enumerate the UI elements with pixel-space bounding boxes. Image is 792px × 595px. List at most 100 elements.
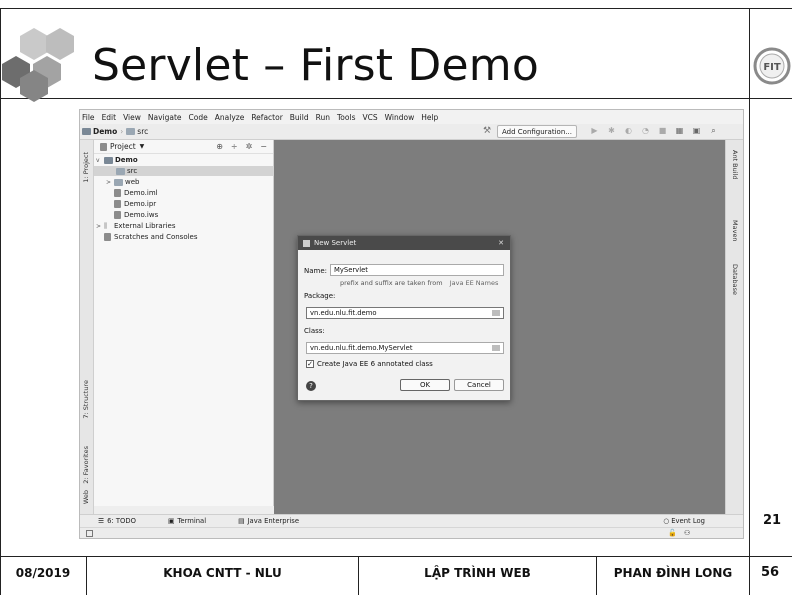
project-panel-header: Project ▼ ⊕ ÷ ✲ − — [94, 140, 273, 154]
tree-item-external-libraries[interactable]: > ⫼ External Libraries — [96, 221, 176, 231]
module-file-icon — [114, 189, 121, 197]
tree-item-demo[interactable]: v Demo — [96, 155, 138, 165]
tab-java-enterprise[interactable]: ▤ Java Enterprise — [238, 517, 315, 525]
tab-ant-build[interactable]: Ant Build — [731, 150, 739, 180]
tab-terminal-label: Terminal — [177, 517, 207, 525]
menu-code[interactable]: Code — [189, 113, 208, 122]
gear-icon[interactable]: ✲ — [246, 142, 253, 151]
menu-refactor[interactable]: Refactor — [251, 113, 282, 122]
menu-build[interactable]: Build — [290, 113, 309, 122]
event-log-button[interactable]: ○ Event Log — [663, 517, 721, 525]
folder-browse-icon[interactable] — [492, 345, 500, 351]
class-field[interactable]: vn.edu.nlu.fit.demo.MyServlet — [306, 342, 504, 354]
title-divider — [0, 98, 792, 99]
tree-arrow[interactable]: > — [96, 223, 104, 230]
annotated-class-checkbox-row[interactable]: ✓ Create Java EE 6 annotated class — [306, 360, 433, 368]
menu-tools[interactable]: Tools — [337, 113, 355, 122]
folder-icon — [126, 128, 136, 135]
profile-icon[interactable]: ◔ — [641, 126, 650, 136]
status-square-icon[interactable] — [86, 530, 93, 537]
menu-run[interactable]: Run — [316, 113, 330, 122]
dialog-title: New Servlet — [314, 239, 357, 247]
breadcrumb-src[interactable]: src — [137, 127, 148, 136]
folder-browse-icon[interactable] — [492, 310, 500, 316]
java-enterprise-icon: ▤ — [238, 517, 245, 525]
project-view-icon — [100, 142, 107, 151]
build-hammer-icon[interactable]: ⚒ — [483, 126, 491, 136]
tab-maven[interactable]: Maven — [731, 220, 739, 242]
workspace-file-icon — [114, 211, 121, 219]
project-panel: Project ▼ ⊕ ÷ ✲ − v Demo src > web Demo.… — [94, 140, 274, 506]
stop-icon[interactable]: ■ — [658, 126, 667, 136]
tree-item-demo-ipr[interactable]: Demo.ipr — [114, 199, 156, 209]
breadcrumb-project[interactable]: Demo — [93, 127, 117, 136]
menu-window[interactable]: Window — [385, 113, 415, 122]
tab-todo[interactable]: ☰ 6: TODO — [98, 517, 152, 525]
tab-database[interactable]: Database — [731, 264, 739, 295]
bottom-tool-bar: ☰ 6: TODO ▣ Terminal ▤ Java Enterprise ○… — [80, 514, 743, 527]
menu-bar: File Edit View Navigate Code Analyze Ref… — [80, 110, 743, 124]
tab-project[interactable]: 1: Project — [82, 152, 90, 183]
project-view-selector[interactable]: Project — [110, 142, 136, 151]
java-ee-names-link[interactable]: Java EE Names — [450, 279, 499, 287]
menu-file[interactable]: File — [82, 113, 95, 122]
annotated-class-checkbox[interactable]: ✓ — [306, 360, 314, 368]
tree-item-demo-iml[interactable]: Demo.iml — [114, 188, 158, 198]
chevron-down-icon[interactable]: ▼ — [140, 143, 145, 150]
tab-structure[interactable]: 7: Structure — [82, 380, 90, 419]
menu-edit[interactable]: Edit — [102, 113, 117, 122]
tree-item-scratches[interactable]: Scratches and Consoles — [104, 232, 198, 242]
tree-item-src[interactable]: src — [94, 166, 274, 176]
menu-help[interactable]: Help — [421, 113, 438, 122]
package-field[interactable]: vn.edu.nlu.fit.demo — [306, 307, 504, 319]
folder-icon — [114, 178, 123, 186]
menu-analyze[interactable]: Analyze — [215, 113, 245, 122]
ok-button[interactable]: OK — [400, 379, 450, 391]
event-log-label: Event Log — [671, 517, 705, 525]
breadcrumb: Demo › src — [82, 127, 148, 136]
hide-icon[interactable]: − — [260, 142, 267, 151]
toolbar-icons: ▶ ✱ ◐ ◔ ■ ▦ ▣ ⌕ — [590, 126, 718, 136]
cancel-button[interactable]: Cancel — [454, 379, 504, 391]
terminal-icon[interactable]: ▣ — [692, 126, 701, 136]
project-panel-controls: ⊕ ÷ ✲ − — [216, 142, 267, 151]
collapse-icon[interactable]: ÷ — [231, 142, 238, 151]
class-value: vn.edu.nlu.fit.demo.MyServlet — [310, 344, 413, 352]
hector-icon[interactable]: ⚇ — [684, 529, 690, 537]
locate-icon[interactable]: ⊕ — [216, 142, 223, 151]
tree-item-demo-iws[interactable]: Demo.iws — [114, 210, 158, 220]
new-servlet-dialog: New Servlet ✕ Name: MyServlet prefix and… — [297, 235, 511, 401]
svg-text:FIT: FIT — [763, 62, 781, 73]
coverage-icon[interactable]: ◐ — [624, 126, 633, 136]
tree-item-web[interactable]: > web — [106, 177, 139, 187]
package-label: Package: — [304, 292, 336, 300]
breadcrumb-separator: › — [120, 127, 124, 136]
lock-icon[interactable]: 🔓 — [668, 529, 677, 537]
tree-label: web — [125, 178, 140, 186]
tree-arrow[interactable]: v — [96, 157, 104, 164]
project-file-icon — [114, 200, 121, 208]
search-icon[interactable]: ⌕ — [709, 126, 718, 136]
project-structure-icon[interactable]: ▦ — [675, 126, 684, 136]
tree-label: External Libraries — [114, 222, 176, 230]
run-icon[interactable]: ▶ — [590, 126, 599, 136]
intellij-icon — [303, 239, 310, 247]
add-configuration-button[interactable]: Add Configuration... — [497, 125, 577, 138]
left-tool-strip: 1: Project 7: Structure 2: Favorites Web — [80, 140, 94, 514]
help-icon[interactable]: ? — [306, 381, 316, 391]
close-icon[interactable]: ✕ — [498, 239, 504, 247]
tab-web[interactable]: Web — [82, 490, 90, 504]
footer-page-number: 56 — [760, 565, 780, 580]
menu-navigate[interactable]: Navigate — [148, 113, 182, 122]
tree-arrow[interactable]: > — [106, 179, 114, 186]
hexagon-decoration — [2, 28, 74, 102]
tab-favorites[interactable]: 2: Favorites — [82, 446, 90, 484]
menu-vcs[interactable]: VCS — [362, 113, 377, 122]
terminal-icon: ▣ — [167, 517, 175, 525]
debug-icon[interactable]: ✱ — [607, 126, 616, 136]
menu-view[interactable]: View — [123, 113, 141, 122]
name-field[interactable]: MyServlet — [330, 264, 504, 276]
name-hint: prefix and suffix are taken from Java EE… — [340, 279, 498, 287]
tree-label: Demo.iml — [124, 189, 158, 197]
tab-terminal[interactable]: ▣ Terminal — [168, 517, 222, 525]
